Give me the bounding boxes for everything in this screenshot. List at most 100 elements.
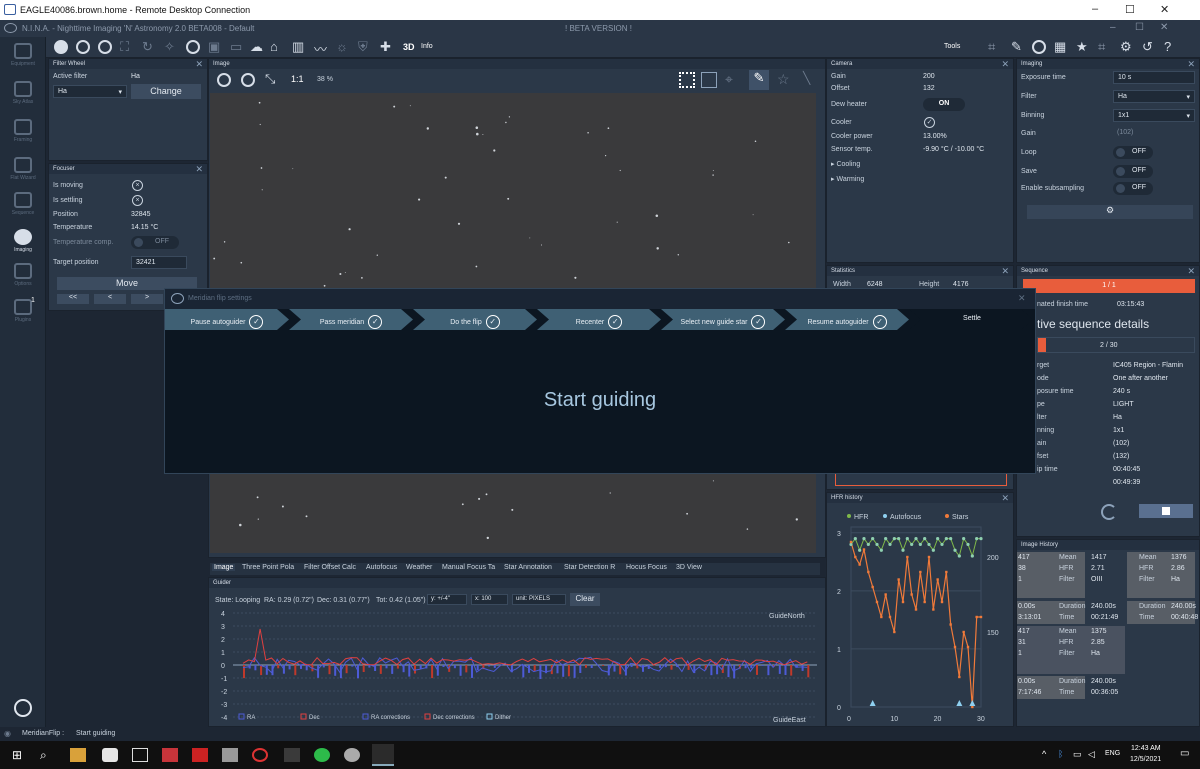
- close-icon[interactable]: ✕: [1001, 266, 1009, 277]
- nav-sky-atlas[interactable]: Sky Atlas: [4, 81, 42, 105]
- terminal-icon[interactable]: [132, 748, 148, 762]
- tool-target-icon[interactable]: [1032, 40, 1046, 54]
- clear-button[interactable]: Clear: [570, 593, 600, 606]
- subsampling-toggle[interactable]: OFF: [1113, 182, 1153, 195]
- file-explorer-icon[interactable]: [70, 748, 86, 762]
- bluetooth-icon[interactable]: ᛒ: [1058, 749, 1063, 759]
- app-minimize-icon[interactable]: –: [1110, 22, 1116, 33]
- minimize-button[interactable]: –: [1092, 3, 1098, 15]
- tab-item[interactable]: Star Annotation: [502, 564, 554, 571]
- tab-item[interactable]: Manual Focus Ta: [440, 564, 497, 571]
- exposure-input[interactable]: 10 s: [1113, 71, 1195, 84]
- close-icon[interactable]: ✕: [1001, 59, 1009, 70]
- clock-date[interactable]: 12/5/2021: [1130, 756, 1161, 763]
- star-icon[interactable]: ☆: [777, 71, 790, 88]
- focuser-icon[interactable]: ⛶: [120, 39, 129, 55]
- taskbar-app-3-icon[interactable]: [222, 748, 238, 762]
- nav-equipment[interactable]: Equipment: [4, 43, 42, 67]
- tool-1-icon[interactable]: ⌗: [988, 39, 995, 55]
- phd2-icon[interactable]: [314, 748, 330, 762]
- tool-history-icon[interactable]: ↺: [1142, 39, 1153, 55]
- telescope-app-icon[interactable]: [284, 748, 300, 762]
- taskbar-app-4-icon[interactable]: [252, 748, 268, 762]
- save-toggle[interactable]: OFF: [1113, 165, 1153, 178]
- rotator-icon[interactable]: ↻: [142, 39, 153, 55]
- graph-icon[interactable]: 〰: [314, 39, 327, 58]
- y-scale-select[interactable]: y: +/-4": [427, 594, 467, 605]
- flatpanel-icon[interactable]: ▭: [230, 39, 242, 55]
- app-close-icon[interactable]: ✕: [1160, 22, 1168, 33]
- network-icon[interactable]: ▭: [1073, 749, 1082, 760]
- tool-gear-icon[interactable]: ⚙: [1120, 39, 1132, 55]
- filter-select[interactable]: Ha ▾: [53, 85, 127, 98]
- bulb-icon[interactable]: ☼: [336, 39, 348, 54]
- tab-item[interactable]: Image: [212, 564, 236, 571]
- shield-icon[interactable]: ⛨: [358, 39, 368, 55]
- zoom-out-icon[interactable]: [241, 73, 255, 87]
- guider-icon[interactable]: [186, 40, 200, 54]
- weather-icon[interactable]: ☁: [250, 39, 263, 55]
- filterwheel-icon[interactable]: [98, 40, 112, 54]
- tab-item[interactable]: 3D View: [674, 564, 704, 571]
- tab-item[interactable]: Autofocus: [364, 564, 399, 571]
- unit-select[interactable]: unit: PIXELS: [512, 594, 566, 605]
- windows-start-icon[interactable]: ⊞: [12, 748, 28, 762]
- ruler-icon[interactable]: ╲: [803, 71, 810, 85]
- camera-icon[interactable]: [76, 40, 90, 54]
- nav-options[interactable]: Options: [4, 263, 42, 287]
- tab-item[interactable]: Filter Offset Calc: [302, 564, 358, 571]
- nav-plugins[interactable]: Plugins: [4, 299, 42, 323]
- tab-item[interactable]: Three Point Pola: [240, 564, 296, 571]
- asi-icon[interactable]: [192, 748, 208, 762]
- zoom-1-1-button[interactable]: 1:1: [291, 74, 304, 84]
- warming-expander[interactable]: ▸ Warming: [831, 175, 864, 183]
- nav-imaging[interactable]: Imaging: [4, 229, 42, 253]
- nav-framing[interactable]: Framing: [4, 119, 42, 143]
- dome-icon[interactable]: ⌂: [270, 39, 278, 54]
- power-icon[interactable]: [14, 699, 32, 717]
- taskbar-app-2-icon[interactable]: [162, 748, 178, 762]
- close-button[interactable]: ✕: [1160, 3, 1169, 16]
- x-scale-select[interactable]: x: 100: [471, 594, 508, 605]
- language-indicator[interactable]: ENG: [1105, 750, 1120, 757]
- move-left-button[interactable]: <: [94, 294, 126, 304]
- move-left-far-button[interactable]: <<: [57, 294, 89, 304]
- temp-comp-toggle[interactable]: OFF: [131, 236, 179, 249]
- close-icon[interactable]: ✕: [1018, 293, 1026, 304]
- grid-icon[interactable]: [679, 72, 695, 88]
- capture-button[interactable]: ⚙: [1027, 205, 1193, 219]
- connect-all-icon[interactable]: [54, 40, 68, 54]
- tool-brush-icon[interactable]: ✎: [1011, 39, 1022, 55]
- dew-heater-toggle[interactable]: ON: [923, 98, 965, 111]
- planetarium-icon[interactable]: [344, 748, 360, 762]
- imaging-filter-select[interactable]: Ha ▾: [1113, 90, 1195, 103]
- clock-time[interactable]: 12:43 AM: [1131, 745, 1161, 752]
- close-icon[interactable]: ✕: [195, 164, 203, 175]
- safety-icon[interactable]: ▥: [292, 39, 304, 55]
- target-icon[interactable]: ⌖: [725, 71, 733, 88]
- tab-item[interactable]: Star Detection R: [562, 564, 617, 571]
- nav-flat-wizard[interactable]: Flat Wizard: [4, 157, 42, 181]
- binning-select[interactable]: 1x1 ▾: [1113, 109, 1195, 122]
- zoom-in-icon[interactable]: [217, 73, 231, 87]
- close-icon[interactable]: ✕: [1187, 59, 1195, 70]
- notifications-icon[interactable]: ▭: [1180, 748, 1189, 759]
- tray-chevron-icon[interactable]: ^: [1042, 749, 1046, 759]
- info-label[interactable]: Info: [421, 43, 433, 50]
- crosshair-icon[interactable]: [701, 72, 717, 88]
- close-icon[interactable]: ✕: [195, 59, 203, 70]
- puzzle-icon[interactable]: ✚: [380, 39, 391, 55]
- tool-star-icon[interactable]: ★: [1076, 39, 1088, 55]
- tool-calc-icon[interactable]: ▦: [1054, 39, 1066, 55]
- cooling-expander[interactable]: ▸ Cooling: [831, 160, 860, 168]
- magic-wand-icon[interactable]: ✎: [749, 70, 769, 90]
- nav-sequence[interactable]: Sequence: [4, 192, 42, 216]
- close-icon[interactable]: ✕: [1187, 266, 1195, 277]
- tool-help-icon[interactable]: ?: [1164, 39, 1171, 54]
- 3d-label[interactable]: 3D: [403, 42, 415, 52]
- switch-icon[interactable]: ▣: [208, 39, 220, 55]
- volume-icon[interactable]: ◁: [1088, 749, 1095, 760]
- telescope-icon[interactable]: ✧: [164, 39, 175, 55]
- target-position-input[interactable]: 32421: [131, 256, 187, 269]
- taskbar-app-1-icon[interactable]: [102, 748, 118, 762]
